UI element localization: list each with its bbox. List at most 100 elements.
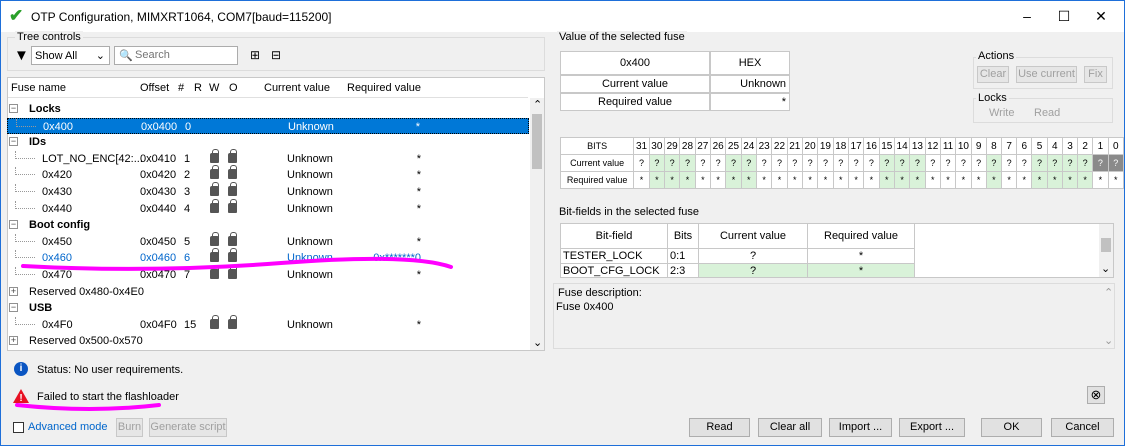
bit-required[interactable]: * (694, 171, 711, 189)
bit-current: ? (955, 154, 972, 172)
otp-config-window: ✔ OTP Configuration, MIMXRT1064, COM7[ba… (0, 0, 1125, 446)
bitfield-bits: 2:3 (668, 264, 699, 277)
bits-current-label: Current value (559, 154, 635, 172)
bit-required[interactable]: * (1031, 171, 1048, 189)
bf-col-bits: Bits (668, 224, 699, 249)
advanced-mode-checkbox[interactable] (13, 422, 24, 433)
bit-required[interactable]: * (1046, 171, 1063, 189)
bitfield-required[interactable]: * (808, 249, 915, 264)
bit-required[interactable]: * (786, 171, 803, 189)
bit-required[interactable]: * (725, 171, 742, 189)
actions-label: Actions (976, 50, 1017, 62)
read-lock-label[interactable]: Read (1034, 107, 1060, 119)
bit-required[interactable]: * (970, 171, 987, 189)
bit-current: ? (863, 154, 880, 172)
bit-number: 12 (924, 137, 941, 155)
bit-required[interactable]: * (1092, 171, 1109, 189)
bit-required[interactable]: * (878, 171, 895, 189)
bits-header: BITS (559, 137, 635, 155)
bitfield-field: BOOT_CFG_LOCK (561, 264, 668, 277)
clear-button[interactable]: Clear (977, 66, 1009, 83)
current-value-field: Unknown (710, 75, 790, 93)
bf-col-required: Required value (808, 224, 915, 249)
write-lock-label[interactable]: Write (989, 107, 1014, 119)
bit-number: 19 (817, 137, 834, 155)
bit-required[interactable]: * (909, 171, 926, 189)
bit-required[interactable]: * (801, 171, 819, 189)
info-icon: i (14, 362, 28, 376)
bit-required[interactable]: * (832, 171, 849, 189)
bit-required[interactable]: * (924, 171, 941, 189)
bit-number: 25 (725, 137, 742, 155)
bit-number: 28 (679, 137, 696, 155)
bit-current: ? (1077, 154, 1094, 172)
bitfield-field: TESTER_LOCK (561, 249, 668, 264)
desc-scroll-up-icon[interactable]: ⌃ (1104, 286, 1113, 299)
bit-number: 27 (694, 137, 711, 155)
cancel-button[interactable]: Cancel (1051, 418, 1114, 437)
bitfields-scrollbar[interactable]: ⌄ (1099, 224, 1113, 277)
bit-required[interactable]: * (1016, 171, 1033, 189)
bit-required[interactable]: * (755, 171, 773, 189)
bit-number: 13 (909, 137, 926, 155)
bitfield-bits: 0:1 (668, 249, 699, 264)
clear-all-button[interactable]: Clear all (758, 418, 822, 437)
bit-current: ? (1031, 154, 1048, 172)
bit-required[interactable]: * (709, 171, 727, 189)
bit-number: 16 (863, 137, 880, 155)
bitfields-label: Bit-fields in the selected fuse (557, 206, 702, 218)
required-value-field[interactable]: * (710, 93, 790, 111)
bit-required[interactable]: * (847, 171, 865, 189)
bit-number: 11 (939, 137, 957, 155)
bit-required[interactable]: * (939, 171, 957, 189)
bit-number: 1 (1092, 137, 1109, 155)
advanced-mode-label[interactable]: Advanced mode (28, 421, 108, 433)
bitfield-required[interactable]: * (808, 264, 915, 277)
bit-required[interactable]: * (863, 171, 880, 189)
bit-required[interactable]: * (740, 171, 757, 189)
bit-current: ? (878, 154, 895, 172)
bitfields-scroll-thumb[interactable] (1101, 238, 1111, 252)
bit-required[interactable]: * (893, 171, 911, 189)
bit-required[interactable]: * (771, 171, 788, 189)
bit-number: 20 (801, 137, 819, 155)
bitfields-scroll-down-icon[interactable]: ⌄ (1101, 262, 1110, 275)
bit-number: 4 (1046, 137, 1063, 155)
desc-scroll-down-icon[interactable]: ⌄ (1104, 334, 1113, 347)
bit-number: 14 (893, 137, 911, 155)
bit-current: ? (1000, 154, 1018, 172)
bit-required[interactable]: * (955, 171, 972, 189)
fix-button[interactable]: Fix (1084, 66, 1107, 83)
bit-number: 17 (847, 137, 865, 155)
bitfield-current: ? (699, 264, 808, 277)
burn-button[interactable]: Burn (116, 418, 143, 437)
export-button[interactable]: Export ... (899, 418, 965, 437)
bit-required[interactable]: * (985, 171, 1002, 189)
bit-required[interactable]: * (1061, 171, 1079, 189)
bit-required[interactable]: * (679, 171, 696, 189)
generate-script-button[interactable]: Generate script (149, 418, 227, 437)
bit-required[interactable]: * (817, 171, 834, 189)
bit-required[interactable]: * (633, 171, 650, 189)
bits-required-label: Required value (559, 171, 635, 189)
fuse-description-label: Fuse description: (558, 287, 642, 299)
read-button[interactable]: Read (689, 418, 750, 437)
ok-button[interactable]: OK (981, 418, 1042, 437)
selected-fuse-label: Value of the selected fuse (557, 31, 687, 43)
dismiss-button[interactable]: ⊗ (1087, 386, 1105, 404)
bit-required[interactable]: * (648, 171, 666, 189)
bit-number: 8 (985, 137, 1002, 155)
bit-required[interactable]: * (1000, 171, 1018, 189)
bit-required[interactable]: * (1077, 171, 1094, 189)
svg-text:!: ! (19, 393, 22, 404)
bit-current: ? (1107, 154, 1125, 172)
bit-current: ? (1046, 154, 1063, 172)
format-selector[interactable]: HEX (710, 51, 790, 75)
bit-current: ? (893, 154, 911, 172)
bit-current: ? (847, 154, 865, 172)
bit-required[interactable]: * (1107, 171, 1125, 189)
bit-required[interactable]: * (663, 171, 681, 189)
use-current-button[interactable]: Use current (1016, 66, 1077, 83)
import-button[interactable]: Import ... (829, 418, 892, 437)
selected-fuse-name: 0x400 (560, 51, 710, 75)
